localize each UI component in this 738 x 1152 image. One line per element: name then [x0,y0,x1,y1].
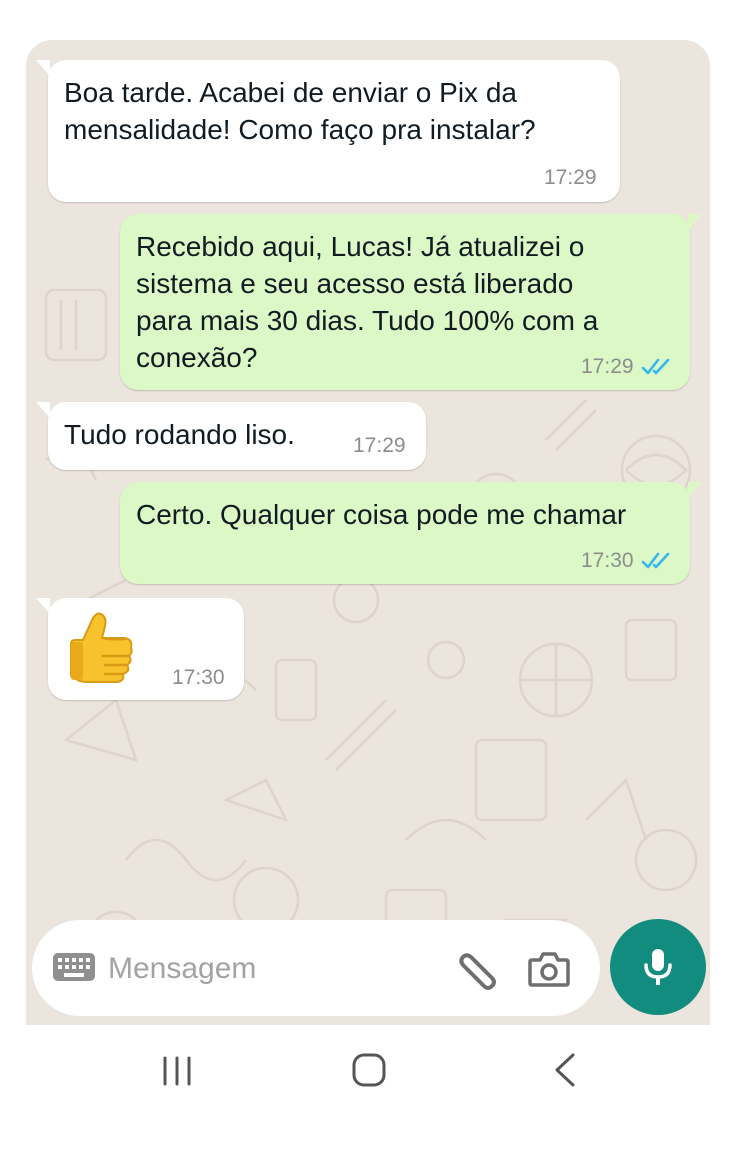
bubble-tail [36,598,50,614]
bubble-tail [688,482,702,498]
message-text: Tudo rodando liso. [64,419,295,450]
message-text: Certo. Qualquer coisa pode me chamar [136,499,627,530]
recent-apps-icon[interactable] [162,1056,192,1086]
message-time: 17:30 [172,666,225,689]
back-icon[interactable] [553,1053,577,1087]
read-receipt-icon [641,358,670,375]
microphone-icon [644,949,672,985]
bubble-tail [36,402,50,418]
message-input-placeholder[interactable]: Mensagem [108,949,256,989]
thumbs-up-emoji [70,612,133,683]
message-bubble-incoming[interactable]: Boa tarde. Acabei de enviar o Pix da men… [36,60,620,202]
read-receipt-icon [641,552,670,569]
home-icon[interactable] [352,1053,386,1087]
keyboard-icon[interactable] [52,952,96,982]
camera-icon[interactable] [528,951,570,987]
message-text: Recebido aqui, Lucas! Já atualizei o sis… [136,231,599,373]
message-time: 17:29 [544,166,597,189]
bubble-tail [36,60,50,76]
message-bubble-outgoing[interactable]: Certo. Qualquer coisa pode me chamar 17:… [120,482,702,584]
message-bubble-incoming[interactable]: 17:30 [36,598,244,700]
message-time: 17:29 [353,434,406,457]
bubble-tail [688,214,702,230]
system-navigation-bar [0,1025,738,1152]
message-text: Boa tarde. Acabei de enviar o Pix da men… [64,77,536,145]
message-time: 17:29 [581,355,634,378]
message-time: 17:30 [581,549,634,572]
message-bubble-outgoing[interactable]: Recebido aqui, Lucas! Já atualizei o sis… [120,214,702,390]
voice-record-button[interactable] [610,919,706,1015]
chat-area[interactable]: Boa tarde. Acabei de enviar o Pix da men… [26,40,710,1025]
message-bubble-incoming[interactable]: Tudo rodando liso. 17:29 [36,402,426,470]
paperclip-icon[interactable] [454,946,500,992]
